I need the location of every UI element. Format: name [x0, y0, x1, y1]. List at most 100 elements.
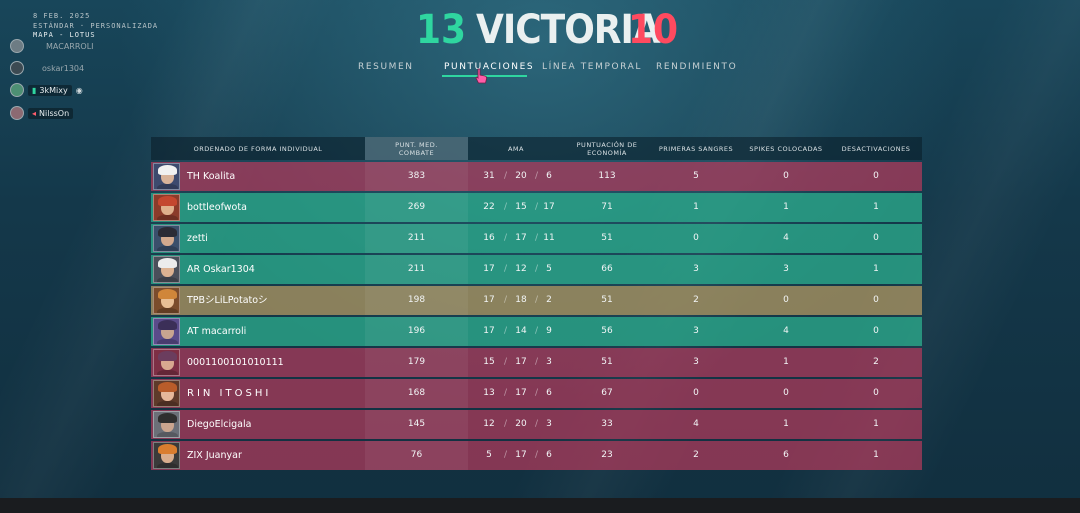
- column-header-sort[interactable]: ORDENADO DE FORMA INDIVIDUAL: [151, 137, 365, 160]
- ally-score: 13: [416, 7, 467, 53]
- table-header: ORDENADO DE FORMA INDIVIDUAL PUNT. MED. …: [151, 137, 922, 160]
- deaths: 17: [515, 450, 527, 460]
- tab-rendimiento[interactable]: RENDIMIENTO: [656, 62, 737, 72]
- kda-separator: /: [504, 202, 508, 212]
- player-name: AR Oskar1304: [187, 264, 255, 275]
- table-row[interactable]: bottleofwota 269 22 / 15 / 17 71 1 1 1: [151, 193, 922, 222]
- table-body: TH Koalita 383 31 / 20 / 6 113 5 0 0 bot…: [151, 162, 922, 470]
- assists: 6: [546, 171, 552, 181]
- agent-portrait: [153, 411, 180, 438]
- table-row[interactable]: TH Koalita 383 31 / 20 / 6 113 5 0 0: [151, 162, 922, 191]
- player-chip: ▮ 3kMixy: [28, 84, 72, 96]
- player-name: TPBシLiLPotatoシ: [187, 295, 268, 306]
- deaths: 20: [515, 419, 527, 429]
- tab-resumen[interactable]: RESUMEN: [358, 62, 414, 72]
- eye-icon[interactable]: ◉: [76, 86, 83, 95]
- feed-item[interactable]: MACARROLI: [10, 39, 94, 53]
- combat-score: 76: [410, 450, 423, 460]
- column-header-kda[interactable]: AMA: [468, 137, 564, 160]
- first-bloods: 2: [693, 450, 699, 460]
- assists: 3: [546, 357, 552, 367]
- table-row[interactable]: zetti 211 16 / 17 / 11 51 0 4 0: [151, 224, 922, 253]
- kda-separator: /: [535, 357, 539, 367]
- player-chip: ◂ NilssOn: [28, 107, 74, 119]
- deaths: 12: [515, 264, 527, 274]
- feed-item[interactable]: ◂ NilssOn: [10, 106, 74, 120]
- kills: 22: [483, 202, 495, 212]
- table-row[interactable]: AT macarroli 196 17 / 14 / 9 56 3 4 0: [151, 317, 922, 346]
- defuses: 2: [873, 357, 879, 367]
- defuses: 0: [873, 233, 879, 243]
- economy-score: 66: [601, 264, 613, 274]
- plants: 3: [783, 264, 789, 274]
- deaths: 14: [515, 326, 527, 336]
- hand-cursor-icon: [475, 68, 487, 84]
- table-row[interactable]: DiegoElcigala 145 12 / 20 / 3 33 4 1 1: [151, 410, 922, 439]
- combat-score: 145: [407, 419, 426, 429]
- avatar: [10, 61, 24, 75]
- tab-linea-temporal[interactable]: LÍNEA TEMPORAL: [542, 62, 642, 72]
- kda-separator: /: [504, 233, 508, 243]
- combat-score: 211: [407, 264, 426, 274]
- table-row[interactable]: ZIX Juanyar 76 5 / 17 / 6 23 2 6 1: [151, 441, 922, 470]
- column-header-first-bloods[interactable]: PRIMERAS SANGRES: [650, 137, 742, 160]
- combat-score: 211: [407, 233, 426, 243]
- assists: 17: [543, 202, 555, 212]
- economy-score: 71: [601, 202, 613, 212]
- table-row[interactable]: RIN ITOSHI 168 13 / 17 / 6 67 0 0 0: [151, 379, 922, 408]
- defuses: 0: [873, 171, 879, 181]
- plants: 1: [783, 202, 789, 212]
- agent-portrait: [153, 194, 180, 221]
- table-row[interactable]: AR Oskar1304 211 17 / 12 / 5 66 3 3 1: [151, 255, 922, 284]
- kda-separator: /: [535, 295, 539, 305]
- feed-name: MACARROLI: [46, 41, 94, 51]
- deaths: 17: [515, 357, 527, 367]
- feed-name: 3kMixy: [39, 85, 68, 95]
- kda-separator: /: [504, 450, 508, 460]
- first-bloods: 0: [693, 233, 699, 243]
- column-header-plants[interactable]: SPIKES COLOCADAS: [742, 137, 830, 160]
- column-header-defuses[interactable]: DESACTIVACIONES: [830, 137, 922, 160]
- combat-score: 179: [407, 357, 426, 367]
- feed-item[interactable]: oskar1304: [10, 61, 84, 75]
- assists: 3: [546, 419, 552, 429]
- economy-score: 51: [601, 357, 613, 367]
- deaths: 20: [515, 171, 527, 181]
- column-header-economy[interactable]: PUNTUACIÓN DE ECONOMÍA: [564, 137, 650, 160]
- kda-separator: /: [504, 171, 508, 181]
- economy-score: 23: [601, 450, 613, 460]
- combat-score: 168: [407, 388, 426, 398]
- first-bloods: 4: [693, 419, 699, 429]
- first-bloods: 3: [693, 326, 699, 336]
- bottom-bar: [0, 498, 1080, 513]
- deaths: 18: [515, 295, 527, 305]
- enemy-score: 10: [628, 7, 679, 53]
- defuses: 1: [873, 202, 879, 212]
- defuses: 0: [873, 388, 879, 398]
- kda-separator: /: [535, 264, 539, 274]
- kda-separator: /: [504, 264, 508, 274]
- assists: 2: [546, 295, 552, 305]
- agent-portrait: [153, 163, 180, 190]
- defuses: 1: [873, 264, 879, 274]
- kda-separator: /: [535, 233, 539, 243]
- table-row[interactable]: 0001100101010111 179 15 / 17 / 3 51 3 1 …: [151, 348, 922, 377]
- kills: 15: [483, 357, 495, 367]
- kda-separator: /: [504, 295, 508, 305]
- plants: 4: [783, 233, 789, 243]
- kda-separator: /: [535, 388, 539, 398]
- assists: 6: [546, 388, 552, 398]
- agent-portrait: [153, 256, 180, 283]
- column-header-acs[interactable]: PUNT. MED. COMBATE: [365, 137, 468, 160]
- player-name: DiegoElcigala: [187, 419, 252, 430]
- feed-item[interactable]: ▮ 3kMixy ◉: [10, 83, 83, 97]
- kda-separator: /: [535, 419, 539, 429]
- player-name: TH Koalita: [187, 171, 236, 182]
- kills: 17: [483, 326, 495, 336]
- player-name: 0001100101010111: [187, 357, 284, 368]
- assists: 11: [543, 233, 555, 243]
- table-row[interactable]: TPBシLiLPotatoシ 198 17 / 18 / 2 51 2 0 0: [151, 286, 922, 315]
- tab-puntuaciones[interactable]: PUNTUACIONES: [444, 62, 534, 72]
- player-name: zetti: [187, 233, 208, 244]
- kda-separator: /: [535, 171, 539, 181]
